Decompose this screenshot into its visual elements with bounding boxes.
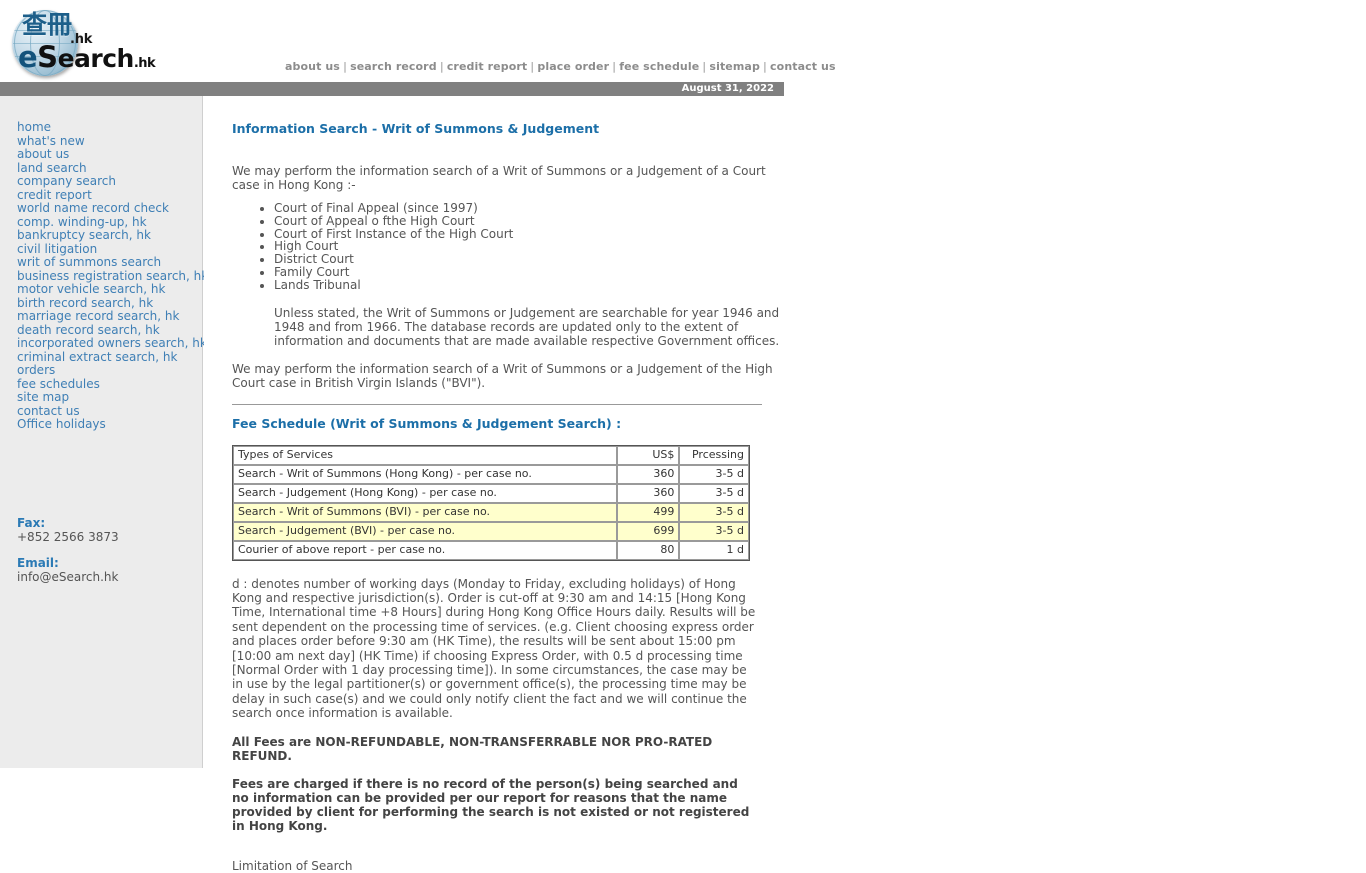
sidebar-item-marriage-record-search[interactable]: marriage record search, hk — [17, 310, 202, 324]
sidebar-item-site-map[interactable]: site map — [17, 391, 202, 405]
logo-word-rest: earch — [57, 44, 135, 73]
list-item: Lands Tribunal — [274, 278, 784, 292]
bvi-paragraph: We may perform the information search of… — [232, 361, 773, 390]
fee-schedule-title: Fee Schedule (Writ of Summons & Judgemen… — [232, 415, 622, 431]
logo-chinese-characters: 查冊 — [22, 10, 73, 39]
table-row: Courier of above report - per case no. 8… — [233, 540, 749, 560]
list-item: District Court — [274, 253, 784, 266]
table-header-row: Types of Services US$ Prcessing — [233, 445, 749, 465]
list-item: Court of Appeal o fthe High Court — [274, 214, 784, 228]
sidebar-item-death-record-search[interactable]: death record search, hk — [17, 323, 202, 338]
table-row: Search - Writ of Summons (Hong Kong) - p… — [233, 464, 749, 484]
topnav-separator: | — [439, 60, 444, 73]
sidebar-item-incorporated-owners-search[interactable]: incorporated owners search, hk — [17, 337, 207, 351]
cell-service: Courier of above report - per case no. — [233, 540, 617, 560]
sidebar-item-home[interactable]: home — [17, 121, 202, 135]
sidebar-item-orders[interactable]: orders — [17, 364, 202, 378]
cell-processing: 3-5 d — [679, 464, 749, 484]
topnav-separator: | — [702, 60, 707, 73]
cell-processing: 3-5 d — [679, 502, 749, 522]
column-header-processing: Prcessing — [679, 445, 749, 465]
cell-service: Search - Writ of Summons (BVI) - per cas… — [233, 502, 617, 522]
topnav-separator: | — [762, 60, 768, 73]
limitation-of-search-heading: Limitation of Search — [232, 858, 353, 873]
top-navigation: about us | search record | credit report | pla… — [285, 60, 836, 73]
sidebar: home what's new about us land search com… — [0, 96, 208, 768]
sidebar-item-birth-record-search[interactable]: birth record search, hk — [17, 296, 202, 311]
logo-letter-s: S — [37, 40, 58, 74]
fax-number: +852 2566 3873 — [17, 530, 119, 544]
list-item: Court of First Instance of the High Cour… — [274, 227, 784, 241]
sidebar-item-whats-new[interactable]: what's new — [17, 134, 202, 149]
sidebar-item-world-name-record-check[interactable]: world name record check — [17, 202, 202, 216]
site-logo[interactable]: 查冊 .hk eSearch.hk — [8, 4, 188, 78]
cell-service: Search - Judgement (Hong Kong) - per cas… — [233, 483, 617, 503]
cell-price: 699 — [616, 521, 680, 541]
sidebar-item-motor-vehicle-search[interactable]: motor vehicle search, hk — [17, 283, 202, 297]
topnav-separator: | — [530, 60, 535, 73]
cell-service: Search - Judgement (BVI) - per case no. — [233, 521, 617, 541]
processing-time-note: d : denotes number of working days (Mond… — [232, 576, 756, 721]
sidebar-item-contact-us[interactable]: contact us — [17, 404, 202, 419]
table-row: Search - Writ of Summons (BVI) - per cas… — [233, 502, 749, 522]
topnav-item-about-us[interactable]: about us — [285, 60, 340, 73]
sidebar-item-criminal-extract-search[interactable]: criminal extract search, hk — [17, 350, 202, 365]
column-header-price: US$ — [616, 445, 680, 465]
cell-price: 80 — [616, 540, 680, 560]
intro-paragraph: We may perform the information search of… — [232, 164, 766, 192]
topnav-item-sitemap[interactable]: sitemap — [709, 60, 760, 73]
sidebar-item-comp-winding-up[interactable]: comp. winding-up, hk — [17, 215, 202, 230]
logo-hk-suffix: .hk — [133, 56, 156, 71]
topnav-separator: | — [612, 60, 617, 73]
cell-service: Search - Writ of Summons (Hong Kong) - p… — [233, 464, 617, 484]
sidebar-item-office-holidays[interactable]: Office holidays — [17, 418, 202, 432]
list-item: Family Court — [274, 266, 784, 279]
cell-price: 360 — [616, 464, 680, 484]
page-title: Information Search - Writ of Summons & J… — [232, 121, 600, 136]
cell-price: 360 — [616, 483, 680, 503]
column-header-service: Types of Services — [233, 445, 617, 465]
table-row: Search - Judgement (Hong Kong) - per cas… — [233, 483, 749, 503]
cell-processing: 1 d — [679, 540, 749, 560]
searchable-years-note: Unless stated, the Writ of Summons or Ju… — [274, 305, 780, 348]
courts-list: Court of Final Appeal (since 1997) Court… — [232, 202, 784, 292]
topnav-item-contact-us[interactable]: contact us — [770, 60, 836, 73]
cell-processing: 3-5 d — [679, 483, 749, 503]
sidebar-item-about-us[interactable]: about us — [17, 148, 202, 162]
topnav-item-credit-report[interactable]: credit report — [447, 60, 527, 73]
topnav-item-fee-schedule[interactable]: fee schedule — [619, 60, 699, 73]
sidebar-item-credit-report[interactable]: credit report — [17, 188, 202, 203]
sidebar-item-writ-of-summons-search[interactable]: writ of summons search — [17, 256, 202, 270]
sidebar-item-fee-schedules[interactable]: fee schedules — [17, 377, 202, 392]
fees-charged-notice: Fees are charged if there is no record o… — [232, 776, 750, 833]
table-row: Search - Judgement (BVI) - per case no. … — [233, 521, 749, 541]
sidebar-item-land-search[interactable]: land search — [17, 161, 202, 176]
fee-schedule-table: Types of Services US$ Prcessing Search -… — [232, 444, 750, 561]
page-body: home what's new about us land search com… — [0, 96, 1366, 873]
cell-processing: 3-5 d — [679, 521, 749, 541]
topnav-item-search-record[interactable]: search record — [350, 60, 437, 73]
cell-price: 499 — [616, 502, 680, 522]
topnav-item-place-order[interactable]: place order — [537, 60, 609, 73]
sidebar-item-civil-litigation[interactable]: civil litigation — [17, 242, 202, 257]
list-item: Court of Final Appeal (since 1997) — [274, 202, 784, 215]
sidebar-item-bankruptcy-search[interactable]: bankruptcy search, hk — [17, 229, 202, 243]
main-content: Information Search - Writ of Summons & J… — [204, 96, 784, 873]
site-header: 查冊 .hk eSearch.hk about us | search record… — [0, 0, 1366, 96]
email-label: Email: — [17, 556, 59, 570]
topnav-separator: | — [342, 60, 348, 73]
sidebar-item-company-search[interactable]: company search — [17, 175, 202, 189]
email-address[interactable]: info@eSearch.hk — [17, 570, 197, 584]
sidebar-navigation: home what's new about us land search com… — [0, 96, 208, 432]
sidebar-item-business-registration-search[interactable]: business registration search, hk — [17, 269, 208, 284]
date-bar: August 31, 2022 — [0, 82, 784, 96]
fax-label: Fax: — [17, 516, 46, 530]
sidebar-contact-block: Fax: +852 2566 3873 Email: info@eSearch.… — [17, 516, 197, 584]
logo-letter-e: e — [18, 40, 38, 74]
logo-wordmark: eSearch.hk — [18, 43, 156, 77]
non-refundable-notice: All Fees are NON-REFUNDABLE, NON-TRANSFE… — [232, 734, 713, 763]
